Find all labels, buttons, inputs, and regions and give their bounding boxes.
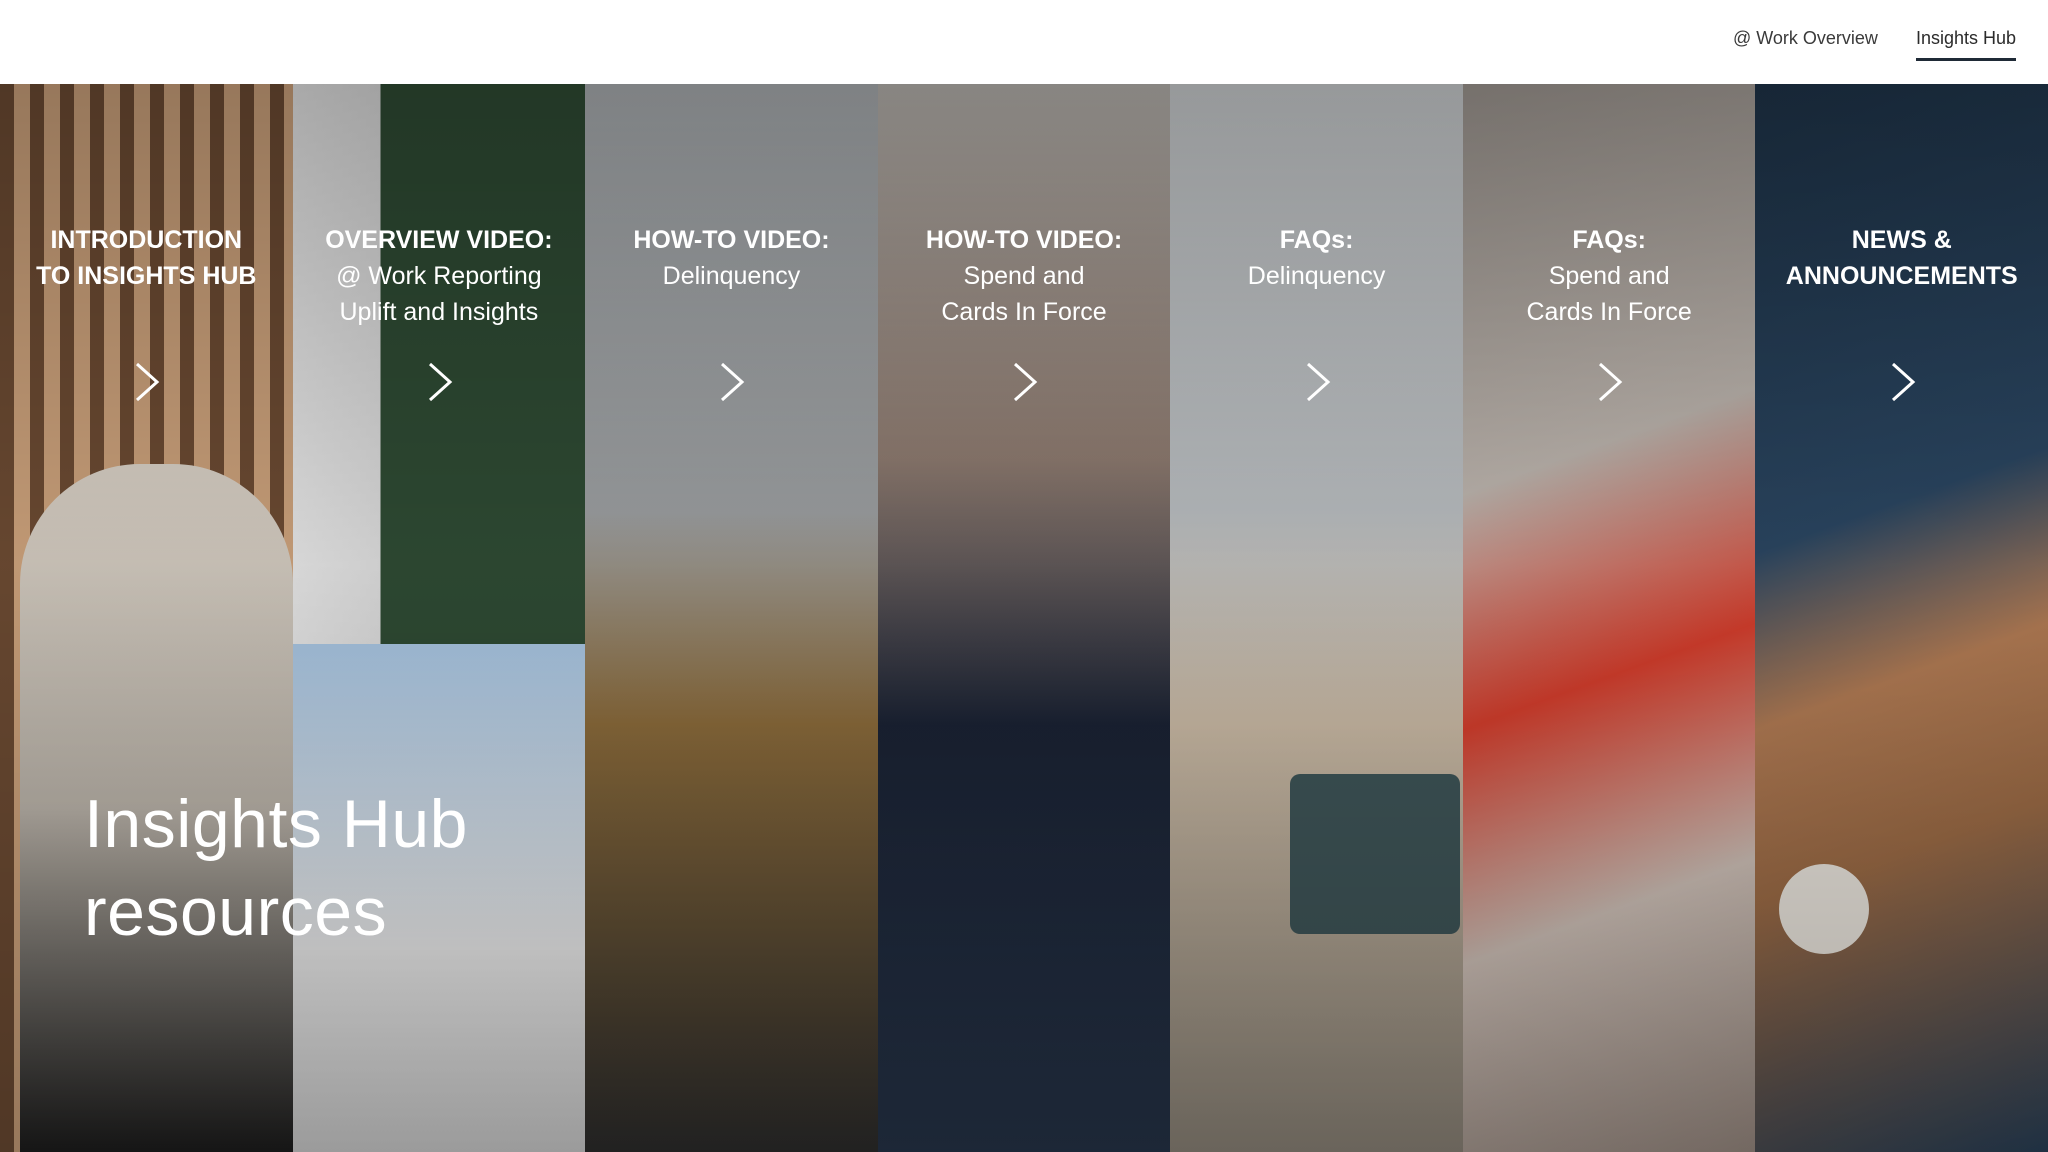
chevron-right-icon[interactable] [127, 360, 165, 404]
hero-title-line1: Insights Hub [84, 786, 468, 862]
panel-title: INTRODUCTION TO INSIGHTS HUB [0, 222, 293, 294]
chevron-right-icon[interactable] [712, 360, 750, 404]
panel-introduction[interactable]: INTRODUCTION TO INSIGHTS HUB [0, 84, 293, 1152]
nav-link-insights-hub[interactable]: Insights Hub [1915, 22, 2017, 61]
hero-title-line2: resources [84, 874, 388, 950]
panel-subtitle: Spend and Cards In Force [941, 262, 1107, 326]
panel-subtitle: Delinquency [1247, 262, 1386, 290]
top-navigation-bar: @ Work Overview Insights Hub [0, 0, 2048, 84]
panel-overview-video[interactable]: OVERVIEW VIDEO: @ Work Reporting Uplift … [292, 84, 586, 1152]
panel-kicker: FAQs: [1572, 226, 1646, 254]
panel-kicker: INTRODUCTION TO INSIGHTS HUB [36, 226, 257, 290]
panel-kicker: HOW-TO VIDEO: [633, 226, 830, 254]
chevron-right-icon[interactable] [1298, 360, 1336, 404]
panel-subtitle: @ Work Reporting Uplift and Insights [336, 262, 542, 326]
panel-howto-spend[interactable]: HOW-TO VIDEO: Spend and Cards In Force [877, 84, 1171, 1152]
panel-title: FAQs: Spend and Cards In Force [1463, 222, 1756, 330]
panel-faq-spend[interactable]: FAQs: Spend and Cards In Force [1462, 84, 1756, 1152]
panel-title: NEWS & ANNOUNCEMENTS [1755, 222, 2048, 294]
chevron-right-icon[interactable] [420, 360, 458, 404]
panel-kicker: FAQs: [1279, 226, 1354, 254]
panel-kicker: OVERVIEW VIDEO: [325, 226, 553, 254]
panel-faq-delinquency[interactable]: FAQs: Delinquency [1170, 84, 1463, 1152]
chevron-right-icon[interactable] [1590, 360, 1628, 404]
panel-title: OVERVIEW VIDEO: @ Work Reporting Uplift … [293, 222, 586, 330]
panel-subtitle: Delinquency [662, 262, 801, 290]
panel-title: HOW-TO VIDEO: Spend and Cards In Force [878, 222, 1171, 330]
panel-kicker: NEWS & ANNOUNCEMENTS [1785, 226, 2018, 290]
nav-link-work-overview[interactable]: @ Work Overview [1733, 22, 1878, 61]
nav-links: @ Work Overview Insights Hub [1733, 22, 2017, 61]
panel-news-announcements[interactable]: NEWS & ANNOUNCEMENTS [1755, 84, 2048, 1152]
chevron-right-icon[interactable] [1005, 360, 1043, 404]
chevron-right-icon[interactable] [1883, 360, 1921, 404]
panel-howto-delinquency[interactable]: HOW-TO VIDEO: Delinquency [585, 84, 878, 1152]
panel-title: HOW-TO VIDEO: Delinquency [585, 222, 878, 294]
resource-panels: INTRODUCTION TO INSIGHTS HUB OVERVIEW VI… [0, 84, 2048, 1152]
hero-title: Insights Hub resources [84, 780, 468, 956]
panel-subtitle: Spend and Cards In Force [1526, 262, 1692, 326]
panel-kicker: HOW-TO VIDEO: [925, 226, 1123, 254]
panel-title: FAQs: Delinquency [1170, 222, 1463, 294]
